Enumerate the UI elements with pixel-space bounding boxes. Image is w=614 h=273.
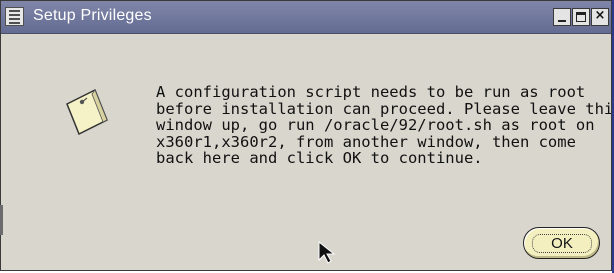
maximize-icon bbox=[576, 12, 586, 22]
mouse-pointer-icon bbox=[318, 241, 336, 264]
ok-button[interactable]: OK bbox=[523, 227, 600, 259]
message-line: A configuration script needs to be run a… bbox=[156, 83, 586, 101]
close-button[interactable]: × bbox=[591, 8, 609, 26]
message-line: x360r1,x360r2, from another window, then… bbox=[156, 132, 576, 151]
minimize-icon bbox=[558, 20, 566, 22]
note-icon bbox=[66, 88, 108, 136]
setup-privileges-dialog: Setup Privileges × A configuration scrip… bbox=[0, 0, 612, 271]
message-text: A configuration script needs to be run a… bbox=[156, 83, 612, 167]
message-line: before installation can proceed. Please … bbox=[156, 99, 612, 118]
window-menu-icon[interactable] bbox=[5, 7, 24, 26]
dialog-body: A configuration script needs to be run a… bbox=[1, 34, 611, 270]
ok-button-label: OK bbox=[532, 234, 592, 253]
message-line: window up, go run /oracle/92/root.sh as … bbox=[156, 116, 595, 134]
minimize-button[interactable] bbox=[553, 8, 571, 26]
background-window-edge bbox=[0, 205, 3, 235]
title-bar[interactable]: Setup Privileges × bbox=[1, 1, 611, 34]
message-line: back here and click OK to continue. bbox=[156, 149, 483, 167]
maximize-button[interactable] bbox=[572, 8, 590, 26]
close-icon: × bbox=[594, 8, 606, 23]
window-title: Setup Privileges bbox=[33, 7, 152, 24]
